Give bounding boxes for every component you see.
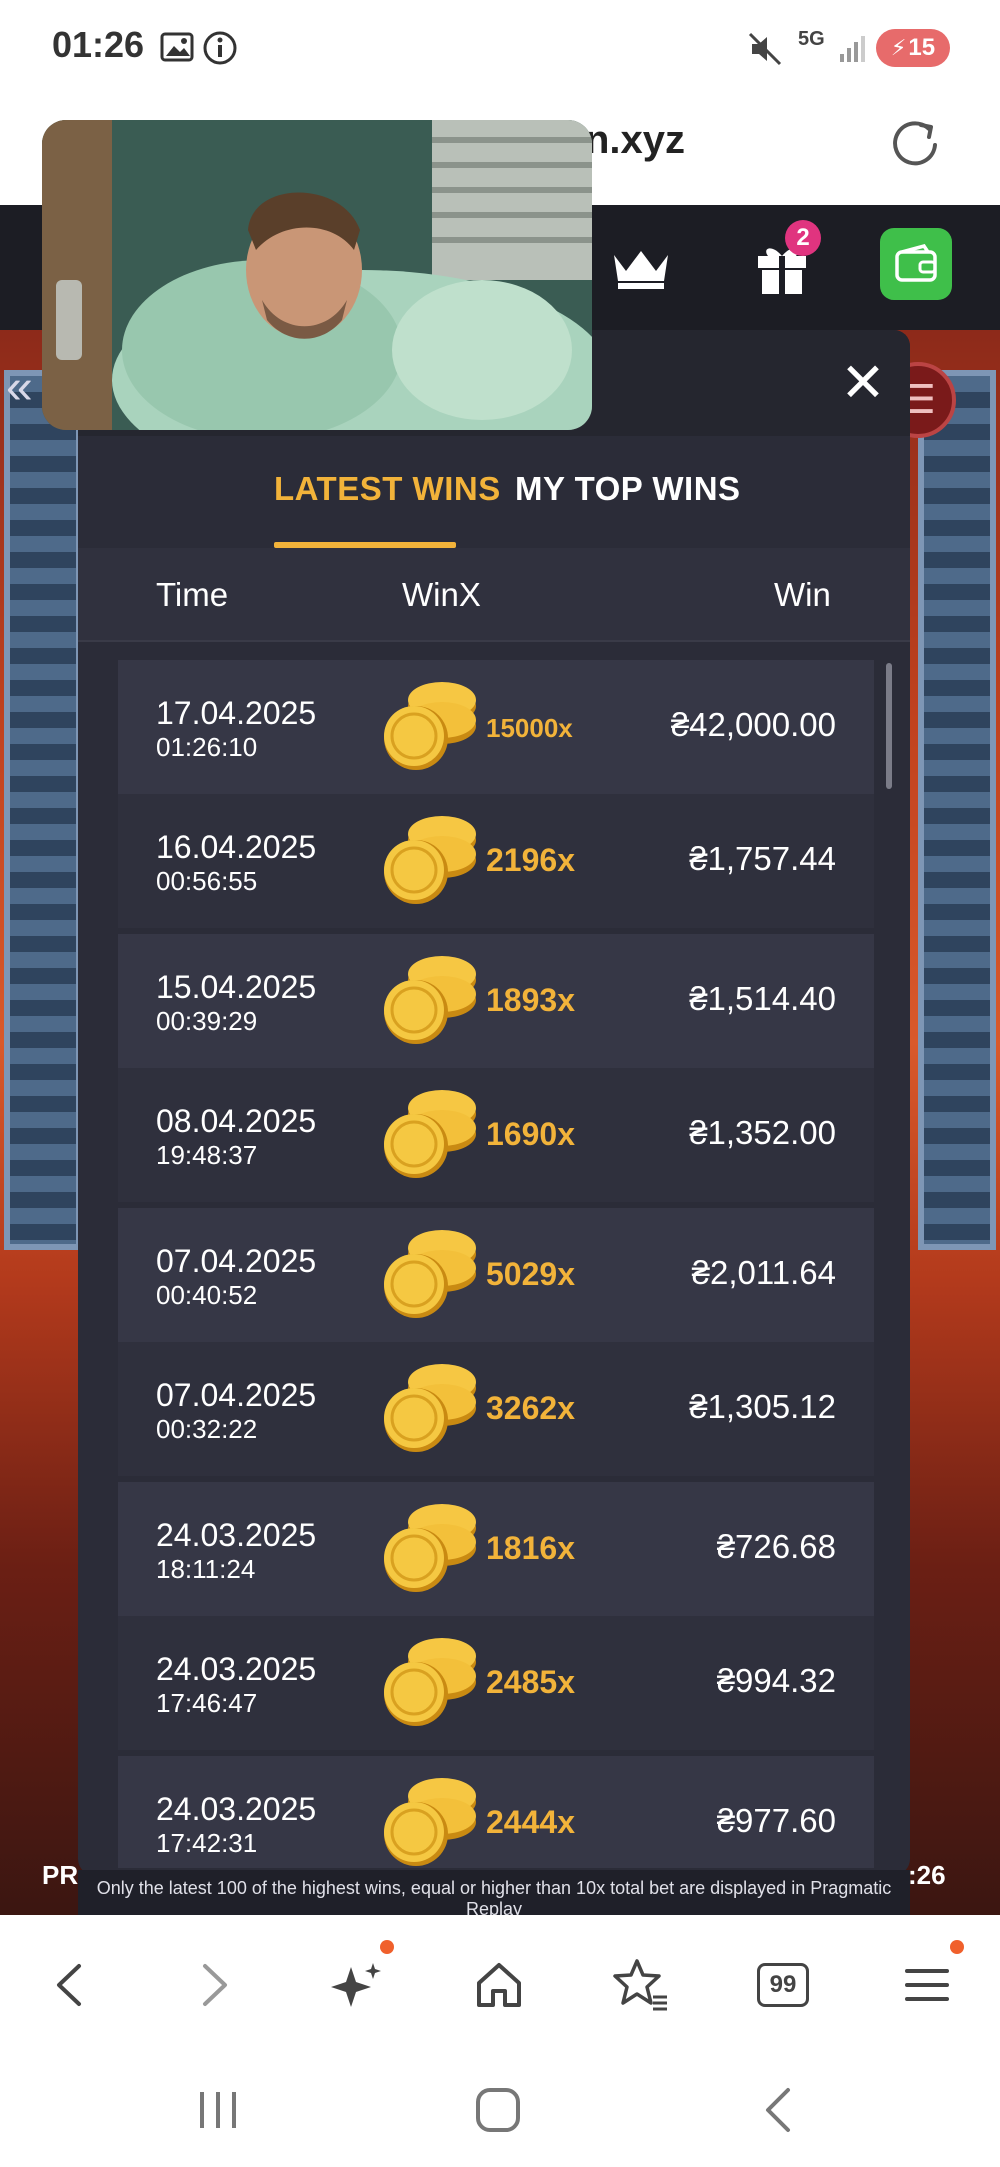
coins-icon — [380, 1638, 480, 1730]
row-win-amount: ₴1,305.12 — [689, 1388, 836, 1425]
row-multiplier: 1816x — [486, 1530, 575, 1566]
tabs-count: 99 — [757, 1963, 809, 2007]
row-date: 16.04.2025 — [156, 829, 317, 865]
recent-apps-icon[interactable] — [188, 2080, 248, 2140]
coins-icon — [380, 1504, 480, 1596]
row-multiplier: 1893x — [486, 982, 575, 1018]
column-header-time: Time — [156, 576, 229, 613]
table-row: 16.04.2025 00:56:55 2196x ₴1,757.44 — [118, 794, 874, 928]
table-row: 24.03.2025 18:11:24 1816x ₴726.68 — [118, 1482, 874, 1616]
sparkle-icon[interactable] — [322, 1950, 392, 2020]
close-icon[interactable]: ✕ — [838, 356, 888, 410]
home-nav-icon[interactable] — [468, 2080, 528, 2140]
status-time: 01:26 — [52, 24, 145, 65]
row-date: 24.03.2025 — [156, 1517, 317, 1553]
bookmark-icon[interactable] — [606, 1950, 676, 2020]
row-time: 00:40:52 — [156, 1280, 258, 1310]
forward-icon[interactable] — [180, 1950, 250, 2020]
table-row: 07.04.2025 00:32:22 3262x ₴1,305.12 — [118, 1342, 874, 1476]
video-overlay[interactable] — [42, 120, 592, 430]
coins-icon — [380, 1778, 480, 1868]
battery-level: 15 — [908, 34, 936, 61]
row-time: 17:46:47 — [156, 1688, 258, 1718]
crown-icon[interactable] — [610, 245, 672, 291]
row-win-amount: ₴1,352.00 — [689, 1114, 836, 1151]
row-win-amount: ₴1,757.44 — [689, 840, 836, 877]
scrollbar[interactable] — [886, 663, 892, 789]
row-time: 00:32:22 — [156, 1414, 258, 1444]
menu-icon[interactable] — [892, 1950, 962, 2020]
tab-latest-wins[interactable]: LATEST WINS — [274, 470, 501, 508]
info-icon — [202, 30, 238, 66]
row-multiplier: 15000x — [486, 713, 573, 743]
url-text[interactable]: n.xyz — [585, 118, 685, 163]
row-multiplier: 5029x — [486, 1256, 575, 1292]
row-time: 17:42:31 — [156, 1828, 258, 1858]
tab-my-top-wins[interactable]: MY TOP WINS — [515, 470, 741, 508]
row-date: 15.04.2025 — [156, 969, 317, 1005]
row-win-amount: ₴1,514.40 — [689, 980, 836, 1017]
video-frame — [42, 120, 592, 430]
row-time: 19:48:37 — [156, 1140, 258, 1170]
back-nav-icon[interactable] — [748, 2080, 808, 2140]
coins-icon — [380, 956, 480, 1048]
table-row: 07.04.2025 00:40:52 5029x ₴2,011.64 — [118, 1208, 874, 1342]
home-icon[interactable] — [464, 1950, 534, 2020]
signal-icon — [838, 32, 868, 64]
table-row: 24.03.2025 17:46:47 2485x ₴994.32 — [118, 1616, 874, 1750]
notification-dot — [380, 1940, 394, 1954]
row-multiplier: 2444x — [486, 1804, 575, 1840]
game-clock-text: :26 — [908, 1860, 946, 1890]
row-win-amount: ₴726.68 — [716, 1528, 836, 1565]
row-win-amount: ₴2,011.64 — [691, 1254, 836, 1291]
table-row: 24.03.2025 17:42:31 2444x ₴977.60 — [118, 1756, 874, 1868]
reload-icon[interactable] — [885, 113, 945, 173]
table-row: 08.04.2025 19:48:37 1690x ₴1,352.00 — [118, 1068, 874, 1202]
image-icon — [160, 32, 194, 62]
game-collapse-arrow[interactable]: « — [6, 360, 33, 415]
row-date: 24.03.2025 — [156, 1791, 317, 1827]
row-multiplier: 1690x — [486, 1116, 575, 1152]
row-win-amount: ₴977.60 — [716, 1802, 836, 1839]
table-row: 15.04.2025 00:39:29 1893x ₴1,514.40 — [118, 934, 874, 1068]
row-time: 00:56:55 — [156, 866, 258, 896]
row-date: 07.04.2025 — [156, 1243, 317, 1279]
footnote-text: Only the latest 100 of the highest wins,… — [96, 1878, 892, 1919]
column-header-win: Win — [774, 576, 831, 613]
column-header-winx: WinX — [402, 576, 481, 613]
battery-icon: ⚡ 15 — [876, 29, 950, 67]
coins-icon — [380, 1230, 480, 1322]
mute-icon — [748, 32, 782, 66]
row-win-amount: ₴42,000.00 — [670, 706, 836, 743]
wallet-button[interactable] — [880, 228, 952, 300]
coins-icon — [380, 816, 480, 908]
game-provider-text: PR — [42, 1860, 79, 1890]
row-date: 17.04.2025 — [156, 695, 317, 731]
wins-list[interactable]: 17.04.2025 01:26:10 15000x ₴42,000.00 16… — [118, 660, 874, 1868]
row-date: 07.04.2025 — [156, 1377, 317, 1413]
row-multiplier: 2485x — [486, 1664, 575, 1700]
coins-icon — [380, 1090, 480, 1182]
coins-icon — [380, 1364, 480, 1456]
game-pillar-right — [918, 370, 996, 1250]
row-date: 08.04.2025 — [156, 1103, 317, 1139]
coins-icon — [380, 682, 480, 774]
wallet-icon — [895, 244, 937, 282]
back-icon[interactable] — [34, 1950, 104, 2020]
row-multiplier: 2196x — [486, 842, 575, 878]
menu-notification-dot — [950, 1940, 964, 1954]
gift-badge: 2 — [785, 220, 821, 256]
row-win-amount: ₴994.32 — [716, 1662, 836, 1699]
network-type: 5G — [798, 28, 825, 50]
row-date: 24.03.2025 — [156, 1651, 317, 1687]
row-time: 00:39:29 — [156, 1006, 258, 1036]
row-multiplier: 3262x — [486, 1390, 575, 1426]
game-pillar-left — [4, 370, 82, 1250]
tabs-icon[interactable]: 99 — [748, 1950, 818, 2020]
wins-modal: ay ✕ LATEST WINS MY TOP WINS Time WinX W… — [78, 330, 910, 1875]
row-time: 01:26:10 — [156, 732, 258, 762]
row-time: 18:11:24 — [156, 1554, 256, 1584]
table-row: 17.04.2025 01:26:10 15000x ₴42,000.00 — [118, 660, 874, 794]
